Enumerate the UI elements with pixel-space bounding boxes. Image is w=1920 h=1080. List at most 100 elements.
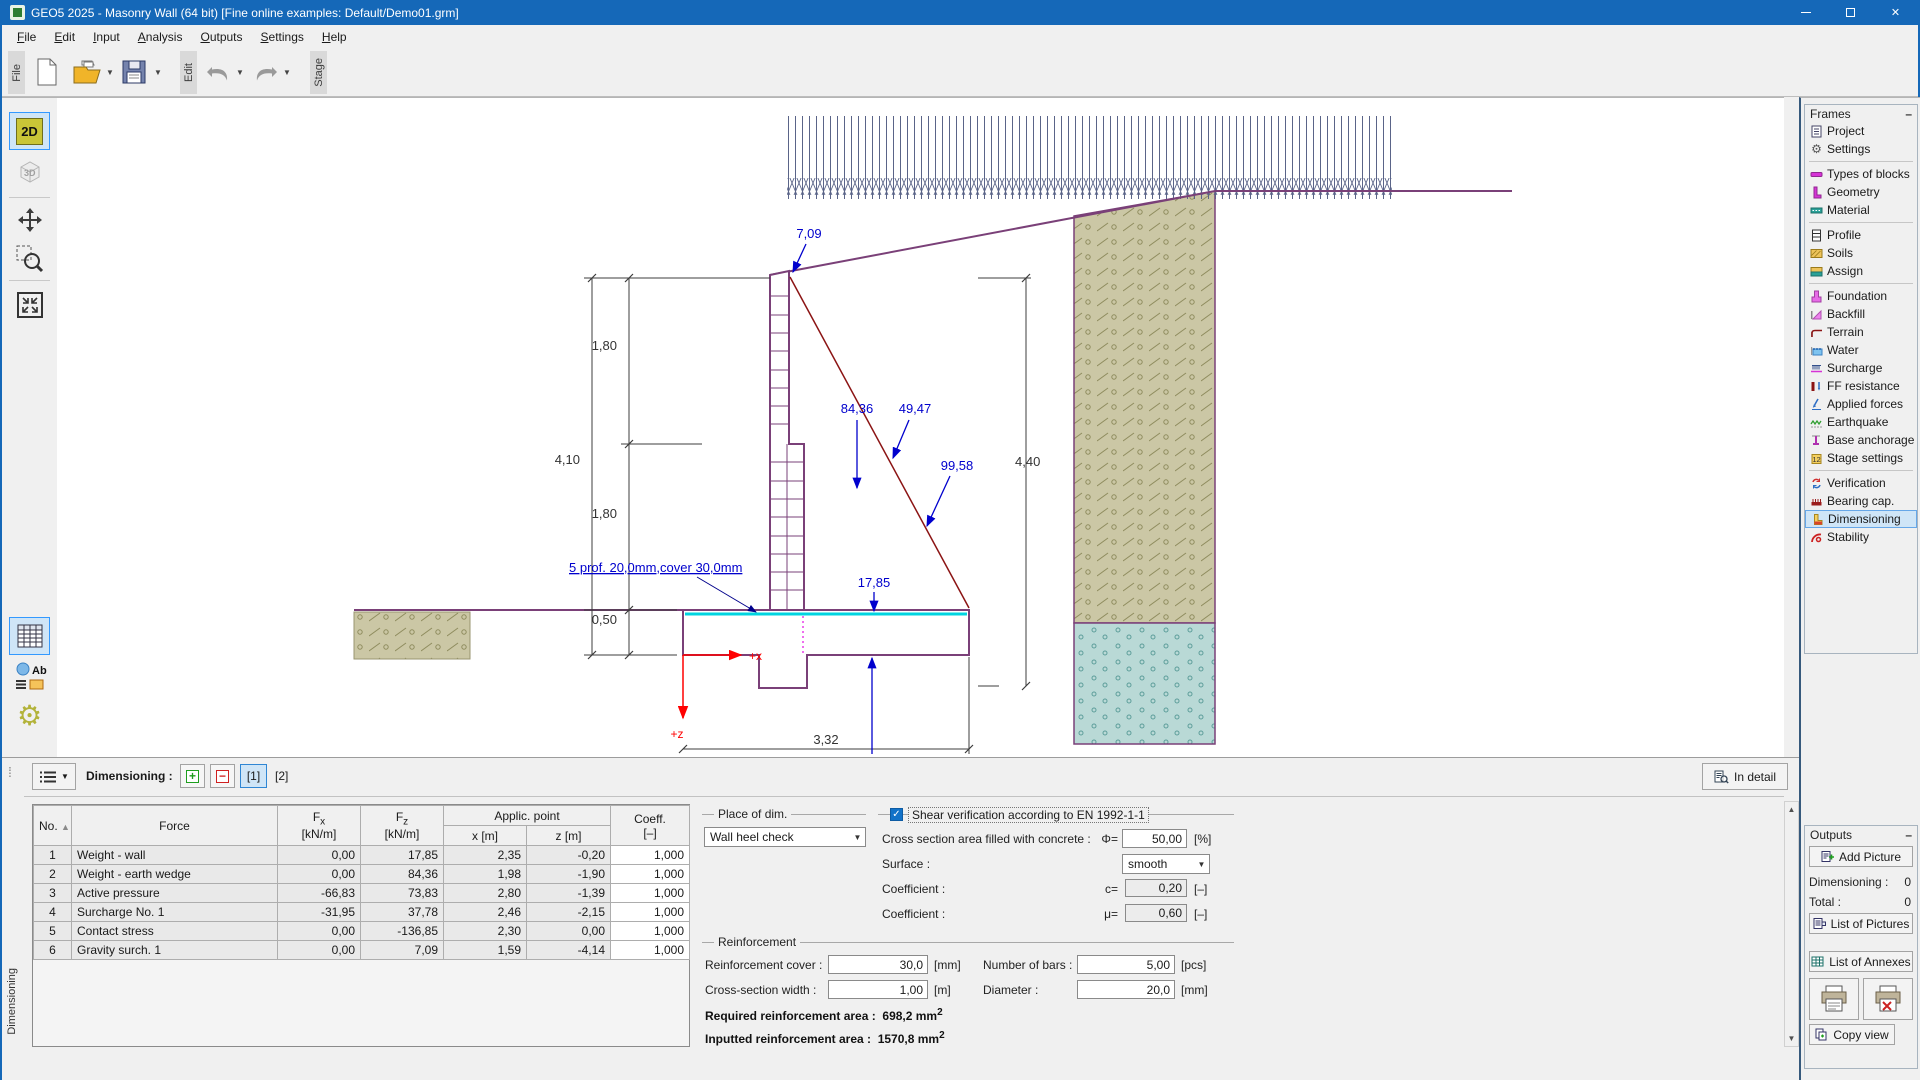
- sidebar-item-geometry[interactable]: Geometry: [1805, 183, 1917, 201]
- sidebar-item-water[interactable]: Water: [1805, 341, 1917, 359]
- view-3d-button[interactable]: 3D: [9, 153, 50, 191]
- pan-button[interactable]: [9, 202, 50, 240]
- sidebar-item-applied-forces[interactable]: Applied forces: [1805, 395, 1917, 413]
- remove-dimensioning-button[interactable]: −: [210, 764, 235, 788]
- open-dropdown-icon[interactable]: ▼: [106, 68, 114, 77]
- sidebar-item-profile[interactable]: Profile: [1805, 226, 1917, 244]
- edit-group-label: Edit: [180, 51, 197, 94]
- settings-gear-button[interactable]: ⚙: [9, 696, 50, 734]
- save-button[interactable]: [117, 55, 151, 89]
- col-header-fz[interactable]: Fz[kN/m]: [361, 806, 444, 846]
- save-dropdown-icon[interactable]: ▼: [154, 68, 162, 77]
- undo-dropdown-icon[interactable]: ▼: [236, 68, 244, 77]
- table-row[interactable]: 2Weight - earth wedge0,0084,361,98-1,901…: [34, 865, 690, 884]
- menu-input[interactable]: Input: [84, 27, 129, 47]
- sidebar-item-base-anchorage[interactable]: Base anchorage: [1805, 431, 1917, 449]
- print-button[interactable]: [1809, 978, 1859, 1020]
- shear-verification-label[interactable]: Shear verification according to EN 1992-…: [908, 807, 1149, 823]
- sidebar-item-assign[interactable]: Assign: [1805, 262, 1917, 280]
- sidebar-item-stage-settings[interactable]: 12Stage settings: [1805, 449, 1917, 467]
- list-of-annexes-button[interactable]: List of Annexes: [1809, 951, 1913, 972]
- menu-file[interactable]: File: [8, 27, 45, 47]
- concrete-area-input[interactable]: 50,00: [1122, 829, 1187, 848]
- sidebar-item-terrain[interactable]: Terrain: [1805, 323, 1917, 341]
- cross-section-width-input[interactable]: 1,00: [828, 980, 928, 999]
- col-header-z[interactable]: z [m]: [527, 826, 611, 846]
- dimensioning-tab-1[interactable]: [1]: [240, 764, 267, 788]
- number-of-bars-input[interactable]: 5,00: [1077, 955, 1175, 974]
- sidebar-item-backfill[interactable]: Backfill: [1805, 305, 1917, 323]
- sidebar-item-bearing-cap[interactable]: Bearing cap.: [1805, 492, 1917, 510]
- table-row[interactable]: 6Gravity surch. 10,007,091,59-4,141,000: [34, 941, 690, 960]
- diameter-input[interactable]: 20,0: [1077, 980, 1175, 999]
- shear-verification-checkbox[interactable]: ✓: [890, 808, 903, 821]
- sidebar-item-ff-resistance[interactable]: FF resistance: [1805, 377, 1917, 395]
- scroll-up-icon[interactable]: ▲: [1785, 802, 1798, 817]
- drawing-settings-button[interactable]: Ab: [9, 658, 50, 696]
- sidebar-item-settings[interactable]: ⚙Settings: [1805, 140, 1917, 158]
- reinforcement-cover-label: Reinforcement cover :: [705, 958, 822, 972]
- menu-outputs[interactable]: Outputs: [191, 27, 251, 47]
- copy-view-button[interactable]: Copy view: [1809, 1024, 1895, 1045]
- zoom-select-button[interactable]: [9, 240, 50, 278]
- surface-select[interactable]: smooth▼: [1122, 854, 1210, 874]
- add-dimensioning-button[interactable]: +: [180, 764, 205, 788]
- in-detail-button[interactable]: In detail: [1702, 763, 1788, 790]
- redo-dropdown-icon[interactable]: ▼: [283, 68, 291, 77]
- col-header-no[interactable]: No. ▲: [34, 806, 72, 846]
- sidebar-item-types-of-blocks[interactable]: Types of blocks: [1805, 165, 1917, 183]
- sidebar-item-foundation[interactable]: Foundation: [1805, 287, 1917, 305]
- sidebar-item-earthquake[interactable]: Earthquake: [1805, 413, 1917, 431]
- list-of-pictures-button[interactable]: List of Pictures: [1809, 913, 1913, 934]
- frames-minimize-icon[interactable]: –: [1905, 107, 1912, 121]
- reinforcement-cover-input[interactable]: 30,0: [828, 955, 928, 974]
- place-of-dim-select[interactable]: Wall heel check▼: [704, 827, 866, 847]
- close-button[interactable]: ✕: [1873, 0, 1918, 25]
- sort-ascending-icon: ▲: [61, 822, 70, 832]
- sidebar-item-surcharge[interactable]: Surcharge: [1805, 359, 1917, 377]
- surcharge-load-base: [787, 178, 1392, 195]
- redo-button[interactable]: [248, 55, 282, 89]
- table-row[interactable]: 1Weight - wall0,0017,852,35-0,201,000: [34, 846, 690, 865]
- col-header-applic-point[interactable]: Applic. point: [444, 806, 611, 826]
- print-preview-button[interactable]: [1863, 978, 1913, 1020]
- col-header-coeff[interactable]: Coeff.[–]: [611, 806, 690, 846]
- outputs-panel-title: Outputs: [1810, 828, 1852, 842]
- dimensioning-tab-2[interactable]: [2]: [275, 769, 288, 783]
- view-2d-button[interactable]: 2D: [9, 112, 50, 150]
- sidebar-item-project[interactable]: Project: [1805, 122, 1917, 140]
- panel-scrollbar[interactable]: ▲ ▼: [1784, 801, 1799, 1047]
- open-file-button[interactable]: [70, 55, 104, 89]
- minimize-button[interactable]: [1783, 0, 1828, 25]
- sidebar-item-dimensioning[interactable]: Dimensioning: [1805, 510, 1917, 528]
- sidebar-item-soils[interactable]: Soils: [1805, 244, 1917, 262]
- new-file-button[interactable]: [30, 55, 64, 89]
- drawing-canvas[interactable]: 1,80 4,10 1,80 0,50 4,40 3,32 7,09 84,36…: [57, 97, 1784, 757]
- menu-settings[interactable]: Settings: [252, 27, 313, 47]
- add-picture-button[interactable]: Add Picture: [1809, 846, 1913, 867]
- scroll-down-icon[interactable]: ▼: [1785, 1031, 1798, 1046]
- fit-view-button[interactable]: [9, 286, 50, 324]
- col-header-force[interactable]: Force: [72, 806, 278, 846]
- table-row[interactable]: 5Contact stress0,00-136,852,300,001,000: [34, 922, 690, 941]
- maximize-button[interactable]: [1828, 0, 1873, 25]
- phi-symbol: Φ=: [1082, 832, 1118, 846]
- dimensioning-panel-tab[interactable]: Dimensioning: [2, 956, 22, 1046]
- sidebar-item-verification[interactable]: Verification: [1805, 474, 1917, 492]
- menu-analysis[interactable]: Analysis: [129, 27, 192, 47]
- sidebar-item-material[interactable]: Material: [1805, 201, 1917, 219]
- menu-edit[interactable]: Edit: [45, 27, 84, 47]
- table-row[interactable]: 4Surcharge No. 1-31,9537,782,46-2,151,00…: [34, 903, 690, 922]
- menu-help[interactable]: Help: [313, 27, 356, 47]
- table-row[interactable]: 3Active pressure-66,8373,832,80-1,391,00…: [34, 884, 690, 903]
- force-active1-label: 49,47: [899, 401, 932, 416]
- undo-icon: [204, 61, 234, 83]
- undo-button[interactable]: [202, 55, 236, 89]
- col-header-x[interactable]: x [m]: [444, 826, 527, 846]
- table-view-button[interactable]: [9, 617, 50, 655]
- outputs-minimize-icon[interactable]: –: [1905, 828, 1912, 842]
- view-mode-button[interactable]: ▼: [32, 763, 76, 790]
- col-header-fx[interactable]: Fx[kN/m]: [278, 806, 361, 846]
- sidebar-item-stability[interactable]: Stability: [1805, 528, 1917, 546]
- panel-grip[interactable]: ⁞: [8, 764, 10, 780]
